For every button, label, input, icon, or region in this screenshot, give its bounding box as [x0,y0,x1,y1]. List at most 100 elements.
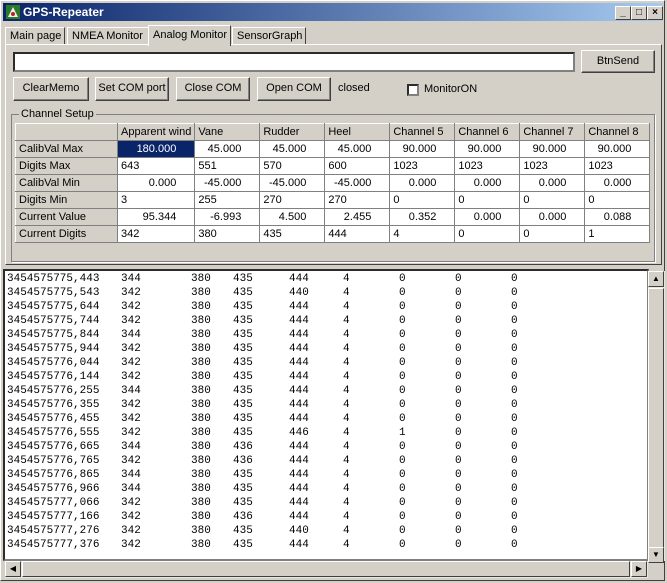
grid-cell[interactable]: 4 [389,225,456,243]
grid-cell[interactable]: 0 [454,225,521,243]
grid-row: CalibVal Max 180.000 45.000 45.000 45.000 90.… [15,140,651,158]
tab-analog-monitor[interactable]: Analog Monitor [148,25,231,46]
grid-cell[interactable]: 1023 [584,157,651,175]
grid-cell[interactable]: -45.000 [324,174,391,192]
grid-cell[interactable]: 380 [194,225,261,243]
grid-cell[interactable]: 1023 [454,157,521,175]
grid-cell[interactable]: 270 [324,191,391,209]
memo-value: 0 [399,511,406,523]
grid-cell[interactable]: 90.000 [519,140,586,158]
memo-value: 444 [289,399,309,411]
grid-cell[interactable]: 45.000 [259,140,326,158]
grid-cell[interactable]: 180.000 [116,140,196,158]
grid-cell[interactable]: 643 [116,157,196,175]
minimize-button[interactable]: _ [615,6,631,20]
monitor-on-checkbox[interactable] [407,84,419,96]
grid-cell[interactable]: -45.000 [194,174,261,192]
grid-cell[interactable]: 270 [259,191,326,209]
memo-value: 3454575776,255 [7,385,100,397]
grid-cell[interactable]: 95.344 [116,208,196,226]
memo-value: 435 [233,497,253,509]
grid-cell[interactable]: 0 [389,191,456,209]
memo-value: 435 [233,525,253,537]
memo-value: 0 [399,315,406,327]
memo-value: 0 [455,455,462,467]
grid-cell[interactable]: 444 [324,225,391,243]
memo-value: 435 [233,385,253,397]
grid-cell[interactable]: 342 [116,225,196,243]
title-bar[interactable]: GPS-Repeater _ □ × [3,3,663,21]
grid-cell[interactable]: 0.352 [389,208,456,226]
memo-value: 344 [121,441,141,453]
grid-cell[interactable]: 45.000 [194,140,261,158]
grid-cell[interactable]: 600 [324,157,391,175]
grid-cell[interactable]: 90.000 [389,140,456,158]
grid-cell[interactable]: 0.000 [454,208,521,226]
grid-cell[interactable]: 435 [259,225,326,243]
grid-cell[interactable]: 0.000 [389,174,456,192]
memo-value: 0 [455,441,462,453]
grid-cell[interactable]: 0.000 [454,174,521,192]
grid-cell[interactable]: 90.000 [584,140,651,158]
close-com-button[interactable]: Close COM [176,77,250,101]
maximize-button[interactable]: □ [631,6,647,20]
memo-log[interactable]: 3454575775,443 344 380 435 444 4 0 0 0 3454575775… [3,269,649,561]
channel-setup-grid[interactable]: Apparent wind Vane Rudder Heel Channel 5 Chan… [15,123,651,243]
memo-value: 342 [121,511,141,523]
grid-cell[interactable]: 551 [194,157,261,175]
memo-value: 4 [343,525,350,537]
grid-cell[interactable]: -45.000 [259,174,326,192]
grid-cell[interactable]: 0.000 [519,208,586,226]
memo-value: 380 [191,329,211,341]
memo-value: 435 [233,469,253,481]
grid-cell[interactable]: 0 [584,191,651,209]
grid-cell[interactable]: 0 [519,225,586,243]
memo-horizontal-scrollbar[interactable]: ◀ ▶ [5,561,648,578]
grid-cell[interactable]: 0.000 [584,174,651,192]
grid-cell[interactable]: 45.000 [324,140,391,158]
scroll-up-icon[interactable]: ▲ [648,271,664,287]
grid-cell[interactable]: 255 [194,191,261,209]
grid-cell[interactable]: -6.993 [194,208,261,226]
grid-cell[interactable]: 0 [519,191,586,209]
clear-memo-button[interactable]: ClearMemo [13,77,89,101]
grid-cell[interactable]: 570 [259,157,326,175]
memo-value: 380 [191,385,211,397]
vertical-scroll-thumb[interactable] [648,288,664,550]
memo-value: 444 [289,539,309,551]
send-button[interactable]: BtnSend [581,50,655,73]
scroll-left-icon[interactable]: ◀ [5,561,21,577]
monitor-on-label[interactable]: MonitorON [424,83,477,95]
memo-value: 446 [289,427,309,439]
tab-sensorgraph[interactable]: SensorGraph [232,27,306,44]
memo-value: 435 [233,357,253,369]
memo-value: 380 [191,469,211,481]
horizontal-scroll-thumb[interactable] [22,561,630,577]
memo-vertical-scrollbar[interactable]: ▲ ▼ [648,271,665,563]
memo-value: 342 [121,525,141,537]
grid-cell[interactable]: 2.455 [324,208,391,226]
scroll-down-icon[interactable]: ▼ [648,547,664,563]
memo-value: 380 [191,525,211,537]
open-com-button[interactable]: Open COM [257,77,331,101]
set-com-port-button[interactable]: Set COM port [95,77,169,101]
memo-value: 0 [511,427,518,439]
tab-nmea-monitor[interactable]: NMEA Monitor [67,27,149,44]
grid-cell[interactable]: 1023 [389,157,456,175]
grid-cell[interactable]: 4.500 [259,208,326,226]
tab-main-page[interactable]: Main page [5,27,65,44]
memo-value: 4 [343,301,350,313]
grid-cell[interactable]: 0.000 [116,174,196,192]
grid-cell[interactable]: 0.000 [519,174,586,192]
grid-cell[interactable]: 1023 [519,157,586,175]
grid-cell[interactable]: 0 [454,191,521,209]
grid-cell[interactable]: 3 [116,191,196,209]
scroll-right-icon[interactable]: ▶ [631,561,647,577]
send-input[interactable] [13,52,575,72]
memo-value: 435 [233,343,253,355]
grid-cell[interactable]: 1 [584,225,651,243]
grid-cell[interactable]: 0.088 [584,208,651,226]
close-button[interactable]: × [647,6,663,20]
memo-value: 380 [191,455,211,467]
grid-cell[interactable]: 90.000 [454,140,521,158]
